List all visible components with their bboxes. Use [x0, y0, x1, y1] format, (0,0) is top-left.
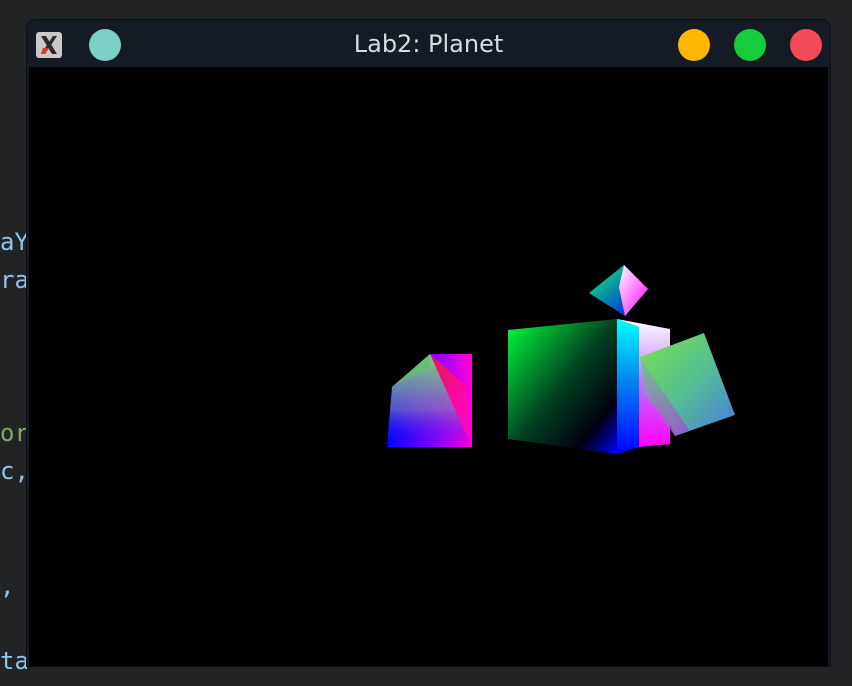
background-code-line: ra — [0, 266, 28, 294]
title-bar[interactable]: Lab2: Planet — [27, 20, 830, 67]
background-code-line: or — [0, 419, 28, 447]
pyramid-object — [387, 354, 472, 447]
background-code-line: ta — [0, 647, 28, 675]
opengl-viewport[interactable] — [29, 67, 828, 666]
background-code-line: c, — [0, 457, 28, 485]
background-code-line: aY — [0, 228, 28, 256]
maximize-icon[interactable] — [734, 29, 766, 61]
close-icon[interactable] — [790, 29, 822, 61]
app-window: Lab2: Planet — [27, 20, 830, 666]
small-diamond-object — [589, 265, 648, 316]
minimize-icon[interactable] — [678, 29, 710, 61]
background-code-line: , — [0, 572, 15, 600]
